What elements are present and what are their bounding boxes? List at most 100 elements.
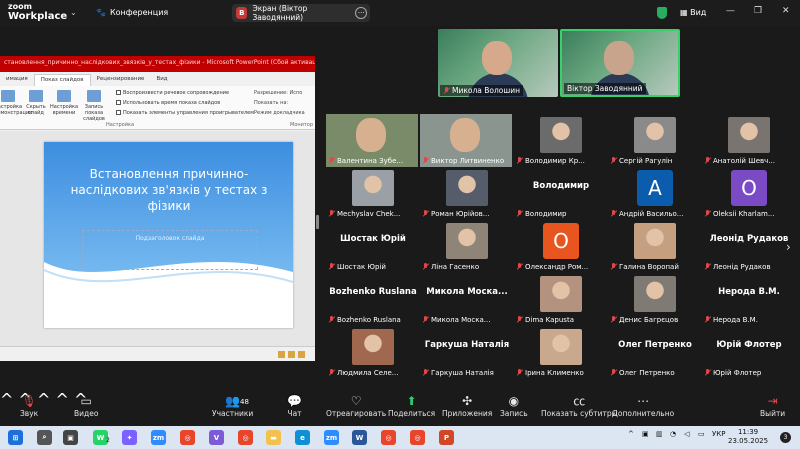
chat-button[interactable]: 💬 Чат [287, 394, 302, 418]
windows-start-icon[interactable]: ⊞ [8, 430, 23, 445]
participant-tile[interactable]: Галина Воропай [608, 220, 702, 273]
screen-share-pill[interactable]: В Экран (Віктор Заводянний) ··· [232, 4, 370, 22]
more-button[interactable]: ⋯ Дополнительно [612, 394, 674, 418]
captions-button[interactable]: ㏄ Показать субтитры [541, 394, 618, 418]
participant-tile[interactable]: Валентина Зубе... [326, 114, 418, 167]
participant-tile[interactable]: O Oleksii Kharlam... [702, 167, 796, 220]
participant-tile[interactable]: Сергій Рагулін [608, 114, 702, 167]
chevron-up-icon[interactable]: ^ [37, 390, 50, 409]
clock[interactable]: 11:39 23.05.2025 [728, 428, 768, 446]
close-icon[interactable]: ✕ [782, 6, 790, 16]
tab-animation[interactable]: имация [0, 74, 34, 86]
tab-slideshow[interactable]: Показ слайдов [33, 74, 91, 86]
task-view-icon[interactable]: ▣ [63, 430, 78, 445]
participant-tile[interactable]: Володимир Кр... [514, 114, 608, 167]
participant-tile[interactable]: Олег Петренко Олег Петренко [608, 326, 702, 379]
participant-tile[interactable]: Нерода В.М. Нерода В.М. [702, 273, 796, 326]
participant-tile[interactable]: O Олександр Ром... [514, 220, 608, 273]
copilot-icon[interactable]: ✦ [122, 430, 137, 445]
chrome-icon[interactable]: ◎ [180, 430, 195, 445]
normal-view-icon[interactable] [278, 351, 285, 358]
shield-icon[interactable] [657, 7, 667, 19]
share-button[interactable]: ⬆ Поделиться [388, 394, 435, 418]
participant-tile[interactable]: Анатолій Шевч... [702, 114, 796, 167]
check-controls[interactable]: Показать элементы управления проигрывате… [116, 110, 254, 116]
slide[interactable]: Встановлення причинно-наслідкових зв'язк… [44, 142, 293, 328]
chrome-icon-4[interactable]: ◎ [410, 430, 425, 445]
participant-tile[interactable]: A Андрій Васильо... [608, 167, 702, 220]
tab-view[interactable]: Вид [150, 74, 173, 86]
presenter-view-row[interactable]: Режим докладчика [254, 110, 305, 116]
mute-button[interactable]: 🎙 Звук [20, 394, 38, 418]
word-icon[interactable]: W [352, 430, 367, 445]
chevron-up-icon[interactable]: ^ [0, 390, 13, 409]
check-narration[interactable]: Воспроизвести речевое сопровождение [116, 90, 229, 96]
chevron-right-icon[interactable]: › [786, 240, 791, 254]
chevron-down-icon[interactable]: ⌄ [70, 8, 77, 17]
sorter-view-icon[interactable] [288, 351, 295, 358]
participant-tile[interactable]: Юрій Флотер Юрій Флотер [702, 326, 796, 379]
chrome-icon-3[interactable]: ◎ [381, 430, 396, 445]
wifi-icon[interactable]: ◔ [670, 430, 676, 438]
reading-view-icon[interactable] [298, 351, 305, 358]
search-icon[interactable]: ⌕ [37, 430, 52, 445]
meeting-info-button[interactable]: 🐾 Конференция [96, 8, 168, 17]
setup-show-button[interactable]: Настройка демонстрации [0, 90, 32, 116]
rehearse-button[interactable]: Настройка времени [50, 90, 78, 116]
check-timings[interactable]: Использовать время показа слайдов [116, 100, 220, 106]
participant-tile[interactable]: Ірина Клименко [514, 326, 608, 379]
checkbox[interactable] [116, 90, 121, 95]
network-icon[interactable]: ▥ [656, 430, 663, 438]
participant-tile[interactable]: Шостак Юрій Шостак Юрій [326, 220, 420, 273]
tray-chevron-icon[interactable]: ^ [628, 430, 634, 438]
battery-icon[interactable]: ▭ [698, 430, 705, 438]
powerpoint-icon[interactable]: P [439, 430, 454, 445]
participant-tile[interactable]: Ліна Гасенко [420, 220, 514, 273]
apps-button[interactable]: ✣ Приложения [442, 394, 492, 418]
speaker-tile[interactable]: Микола Волошин [438, 29, 558, 97]
volume-icon[interactable]: ◁ [684, 430, 689, 438]
participant-tile[interactable]: Dima Kapusta [514, 273, 608, 326]
participant-name: Mechyslav Chek... [337, 210, 401, 218]
video-button[interactable]: ▭ Видео [74, 394, 98, 418]
participant-tile[interactable]: Микола Моска... Микола Моска... [420, 273, 514, 326]
checkbox[interactable] [116, 100, 121, 105]
zoom-taskbar-icon-2[interactable]: zm [324, 430, 339, 445]
chevron-up-icon[interactable]: ^ [56, 390, 69, 409]
notification-badge[interactable]: 3 [780, 432, 791, 443]
minimize-icon[interactable]: — [726, 6, 735, 16]
participant-tile[interactable]: Mechyslav Chek... [326, 167, 420, 220]
participant-tile[interactable]: Bozhenko Ruslana Bozhenko Ruslana [326, 273, 420, 326]
participant-tile[interactable]: Денис Багрєцов [608, 273, 702, 326]
record-show-button[interactable]: Запись показа слайдов [80, 90, 108, 122]
hide-slide-button[interactable]: Скрыть слайд [22, 90, 50, 116]
participant-tile[interactable]: Виктор Литвиненко [420, 114, 512, 167]
zoom-taskbar-icon[interactable]: zm [151, 430, 166, 445]
react-button[interactable]: ♡ Отреагировать [326, 394, 386, 418]
edge-icon[interactable]: e [295, 430, 310, 445]
restore-icon[interactable]: ❐ [754, 6, 762, 16]
resolution-row[interactable]: Разрешение: Испо [254, 90, 302, 96]
participant-name: Денис Багрєцов [619, 316, 679, 324]
chrome-icon-2[interactable]: ◎ [238, 430, 253, 445]
leave-button[interactable]: ⇥ Выйти [760, 394, 785, 418]
tray-app-icon[interactable]: ▣ [642, 430, 649, 438]
participant-tile[interactable]: Роман Юрійов... [420, 167, 514, 220]
shared-screen[interactable]: становлення_причинно_наслідкових_звязків… [0, 56, 315, 361]
tab-review[interactable]: Рецензирование [91, 74, 151, 86]
show-on-row[interactable]: Показать на: [254, 100, 288, 106]
mic-off-icon: 🎙 [21, 394, 37, 408]
participant-tile[interactable]: Гаркуша Наталія Гаркуша Наталія [420, 326, 514, 379]
checkbox[interactable] [116, 110, 121, 115]
speaker-tile-active[interactable]: Віктор Заводянний [560, 29, 680, 97]
language-indicator[interactable]: УКР [712, 430, 725, 438]
participant-tile[interactable]: Людмила Селе... [326, 326, 420, 379]
split-handle[interactable] [316, 215, 319, 229]
more-icon[interactable]: ··· [355, 7, 367, 19]
viber-icon[interactable]: V [209, 430, 224, 445]
participant-tile[interactable]: Леонід Рудаков Леонід Рудаков [702, 220, 796, 273]
participant-tile[interactable]: Володимир Володимир [514, 167, 608, 220]
folder-icon[interactable]: ▬ [266, 430, 281, 445]
view-button[interactable]: ▦ Вид [680, 8, 706, 17]
record-button[interactable]: ◉ Запись [500, 394, 528, 418]
